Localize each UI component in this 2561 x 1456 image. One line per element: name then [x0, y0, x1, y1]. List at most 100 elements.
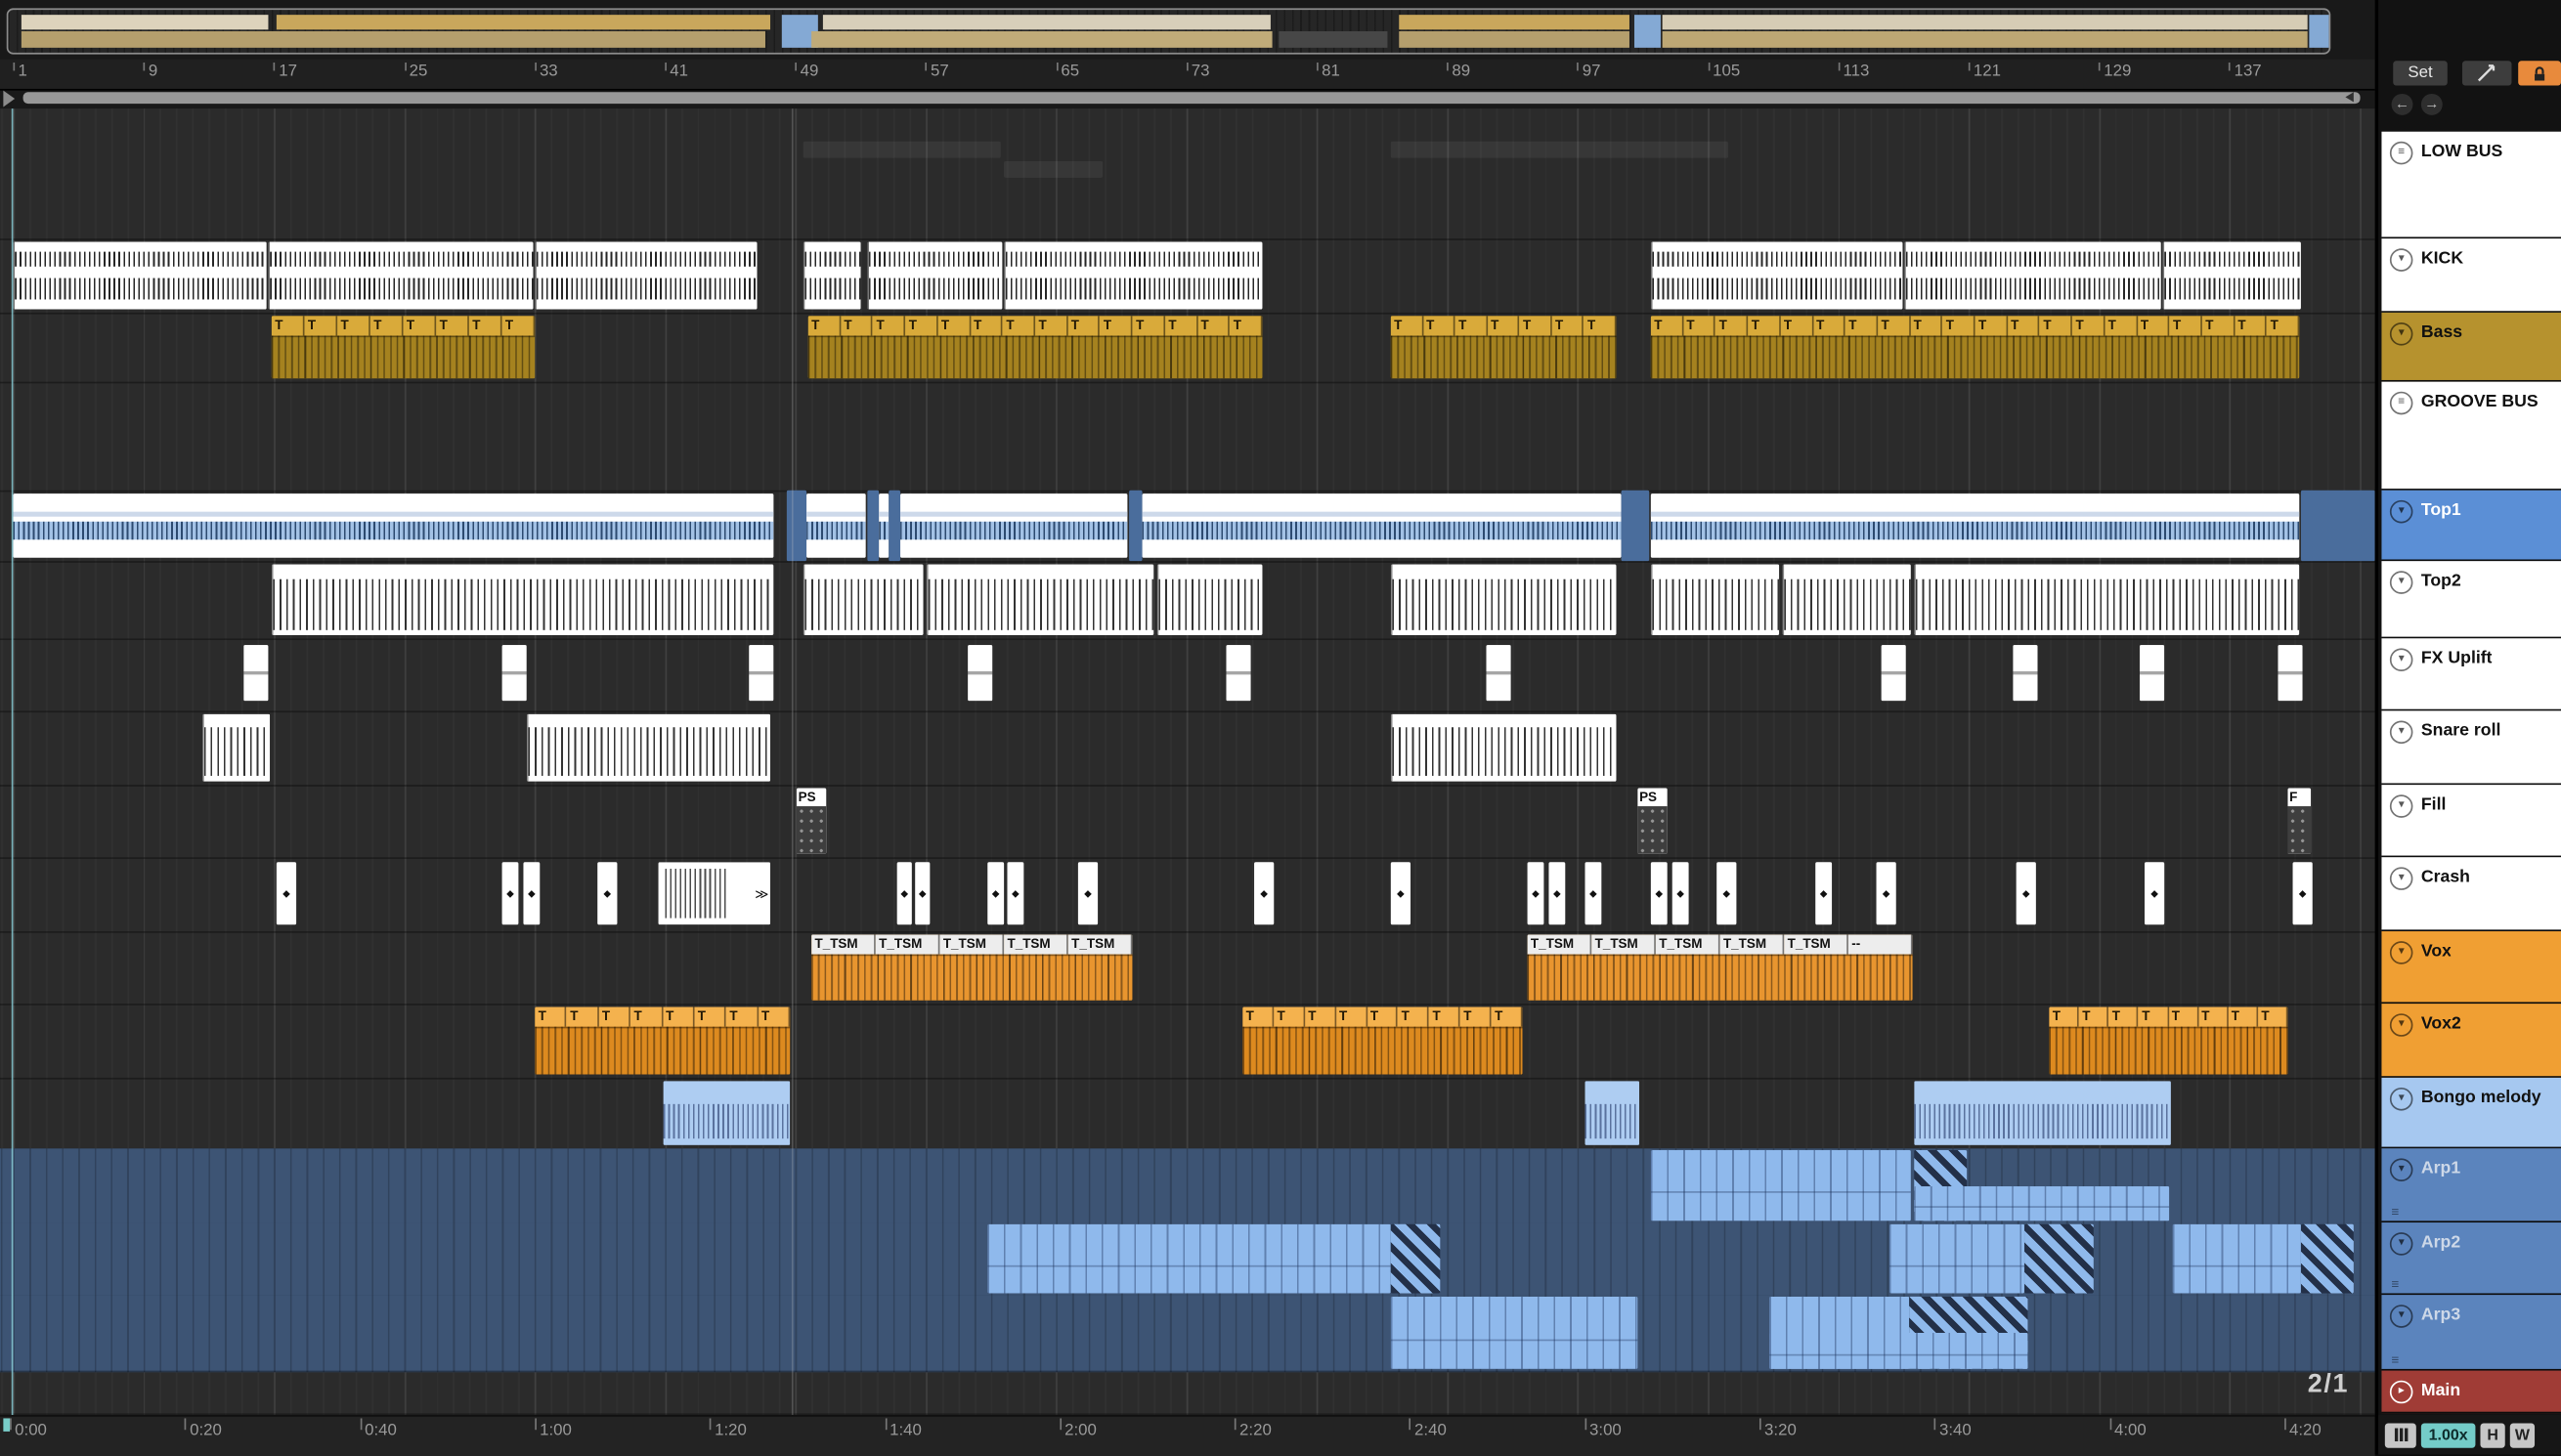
fold-icon[interactable]: ▾ — [2389, 1158, 2413, 1181]
automation-lanes-icon[interactable]: ≡ — [2392, 1205, 2400, 1220]
fold-icon[interactable]: ▾ — [2389, 1232, 2413, 1256]
clip-ghost[interactable] — [1390, 141, 1728, 158]
time-ruler[interactable]: 0:00 0:20 0:40 1:00 1:20 1:40 2:00 2:20 2:40 3:00… — [0, 1415, 2375, 1456]
clip-hatch[interactable] — [1390, 1223, 1441, 1294]
clip-fx[interactable] — [1486, 645, 1511, 702]
lane-arp2[interactable] — [0, 1222, 2375, 1297]
clip-top1[interactable] — [879, 493, 890, 558]
track-header-low-bus[interactable]: ≡ LOW BUS — [2381, 131, 2561, 239]
clip-midi[interactable] — [1390, 1296, 1638, 1369]
clip-wavedense[interactable] — [867, 241, 1003, 310]
lane-top1[interactable] — [0, 490, 2375, 563]
clip-crash[interactable]: ◆ — [1815, 862, 1833, 925]
clip-crash[interactable]: ◆ — [2144, 862, 2165, 925]
track-header-fx-uplift[interactable]: ▾ FX Uplift — [2381, 638, 2561, 711]
clip-midi[interactable] — [1914, 1185, 2170, 1221]
track-header-vox2[interactable]: ▾ Vox2 — [2381, 1004, 2561, 1078]
clip-midi[interactable] — [1889, 1223, 2025, 1294]
clip-crash[interactable]: ◆ — [896, 862, 912, 925]
clip-hatch[interactable] — [2024, 1223, 2094, 1294]
clip-bluesel[interactable] — [1129, 490, 1143, 562]
clip-stripe[interactable] — [926, 564, 1154, 635]
clip-stripe[interactable] — [1914, 564, 2300, 635]
clip-goldgrp[interactable]: TTTTTTTT — [271, 316, 536, 379]
automation-lanes-icon[interactable]: ≡ — [2392, 1277, 2400, 1292]
clip-ps[interactable]: PS — [796, 788, 827, 854]
clip-crash[interactable]: ◆ — [1548, 862, 1566, 925]
clip-audioblue[interactable] — [1584, 1081, 1640, 1145]
fold-icon[interactable]: ▾ — [2389, 794, 2413, 818]
playback-speed-display[interactable]: 1.00x — [2420, 1422, 2476, 1447]
lane-kick[interactable] — [0, 238, 2375, 315]
clip-crash[interactable]: ◆ — [1671, 862, 1689, 925]
beat-time-ruler[interactable]: 1 9 17 25 33 41 49 57 65 73 81 89 97 105 113 121 129 137 — [0, 59, 2375, 91]
clip-fx[interactable] — [968, 645, 993, 702]
clip-crash[interactable]: ◆ — [2016, 862, 2036, 925]
fold-icon[interactable]: ▾ — [2389, 867, 2413, 890]
clip-midi[interactable] — [1769, 1332, 2028, 1369]
clip-voxgrp[interactable]: T_TSM T_TSM T_TSM T_TSM T_TSM -- — [1527, 934, 1913, 1001]
clip-vox2grp[interactable]: TTTTTTTT — [2049, 1006, 2288, 1075]
clip-crash[interactable]: ◆ — [523, 862, 541, 925]
clip-fx[interactable] — [2278, 645, 2303, 702]
clip-fx[interactable] — [501, 645, 527, 702]
zoom-width-button[interactable]: W — [2509, 1422, 2536, 1447]
clip-wavedense[interactable] — [1650, 241, 1903, 310]
clip-crash[interactable]: ◆ — [1876, 862, 1896, 925]
clip-ps[interactable]: PS — [1637, 788, 1668, 854]
clip-ps[interactable]: F — [2287, 788, 2312, 854]
clip-fx[interactable] — [2139, 645, 2165, 702]
clip-crashwide[interactable]: ≫ — [658, 862, 771, 925]
clip-wavedense[interactable] — [803, 241, 861, 310]
clip-crash[interactable]: ◆ — [1650, 862, 1668, 925]
track-header-bongo-melody[interactable]: ▾ Bongo melody — [2381, 1077, 2561, 1149]
track-header-snare-roll[interactable]: ▾ Snare roll — [2381, 710, 2561, 786]
clip-crash[interactable]: ◆ — [915, 862, 931, 925]
clip-stripe[interactable] — [271, 564, 774, 635]
fold-icon[interactable]: ▾ — [2389, 1013, 2413, 1037]
track-header-kick[interactable]: ▾ KICK — [2381, 238, 2561, 313]
lane-arp3[interactable] — [0, 1295, 2375, 1373]
clip-stripe[interactable] — [1782, 564, 1911, 635]
track-header-arp2[interactable]: ▾ Arp2 ≡ — [2381, 1222, 2561, 1296]
clip-vox2grp[interactable]: TTTTTTTT — [535, 1006, 791, 1075]
clip-stripe[interactable] — [1390, 564, 1617, 635]
track-header-main[interactable]: ▸ Main — [2381, 1370, 2561, 1414]
lane-crash[interactable]: ◆ ◆ ◆ ◆ ≫ ◆ ◆ ◆ ◆ ◆ ◆ ◆ ◆ ◆ ◆ ◆ ◆ ◆ ◆ ◆ ◆ ◆ ◆ — [0, 857, 2375, 933]
clip-crash[interactable]: ◆ — [1007, 862, 1024, 925]
fold-icon[interactable]: ▾ — [2389, 248, 2413, 272]
clip-crash[interactable]: ◆ — [501, 862, 519, 925]
lane-snare-roll[interactable] — [0, 710, 2375, 787]
track-header-top1[interactable]: ▾ Top1 — [2381, 490, 2561, 562]
clip-bluesel[interactable] — [867, 490, 880, 562]
clip-midi[interactable] — [2172, 1223, 2301, 1294]
fold-icon[interactable]: ▾ — [2389, 941, 2413, 964]
clip-bluesel[interactable] — [786, 490, 807, 562]
clip-wavedense[interactable] — [1004, 241, 1263, 310]
clip-stripe[interactable] — [526, 713, 771, 782]
clip-fx[interactable] — [243, 645, 269, 702]
clip-voxgrp[interactable]: T_TSM T_TSM T_TSM T_TSM T_TSM — [811, 934, 1133, 1001]
clip-ghost[interactable] — [803, 141, 1001, 158]
clip-stripe[interactable] — [1650, 564, 1780, 635]
automation-lanes-icon[interactable]: ≡ — [2392, 1352, 2400, 1367]
clip-crash[interactable]: ◆ — [597, 862, 618, 925]
fold-icon[interactable]: ▾ — [2389, 1305, 2413, 1328]
clip-stripe[interactable] — [1390, 713, 1617, 782]
clip-audioblue[interactable] — [1914, 1081, 2171, 1145]
clip-fx[interactable] — [2013, 645, 2038, 702]
lane-low-bus[interactable] — [0, 132, 2375, 240]
clip-bluesel[interactable] — [2300, 490, 2375, 562]
clip-bluesel[interactable] — [889, 490, 901, 562]
clip-goldgrp[interactable]: TTTTTTT — [1390, 316, 1617, 379]
fold-icon[interactable]: ▾ — [2389, 571, 2413, 594]
clip-crash[interactable]: ◆ — [1527, 862, 1544, 925]
clip-top1[interactable] — [806, 493, 866, 558]
clip-hatch[interactable] — [2300, 1223, 2354, 1294]
track-header-bass[interactable]: ▾ Bass — [2381, 312, 2561, 382]
track-header-groove-bus[interactable]: ≡ GROOVE BUS — [2381, 381, 2561, 491]
fold-icon[interactable]: ▾ — [2389, 499, 2413, 524]
track-header-crash[interactable]: ▾ Crash — [2381, 857, 2561, 932]
clip-midi[interactable] — [1650, 1149, 1911, 1221]
clip-stripe[interactable] — [1156, 564, 1263, 635]
